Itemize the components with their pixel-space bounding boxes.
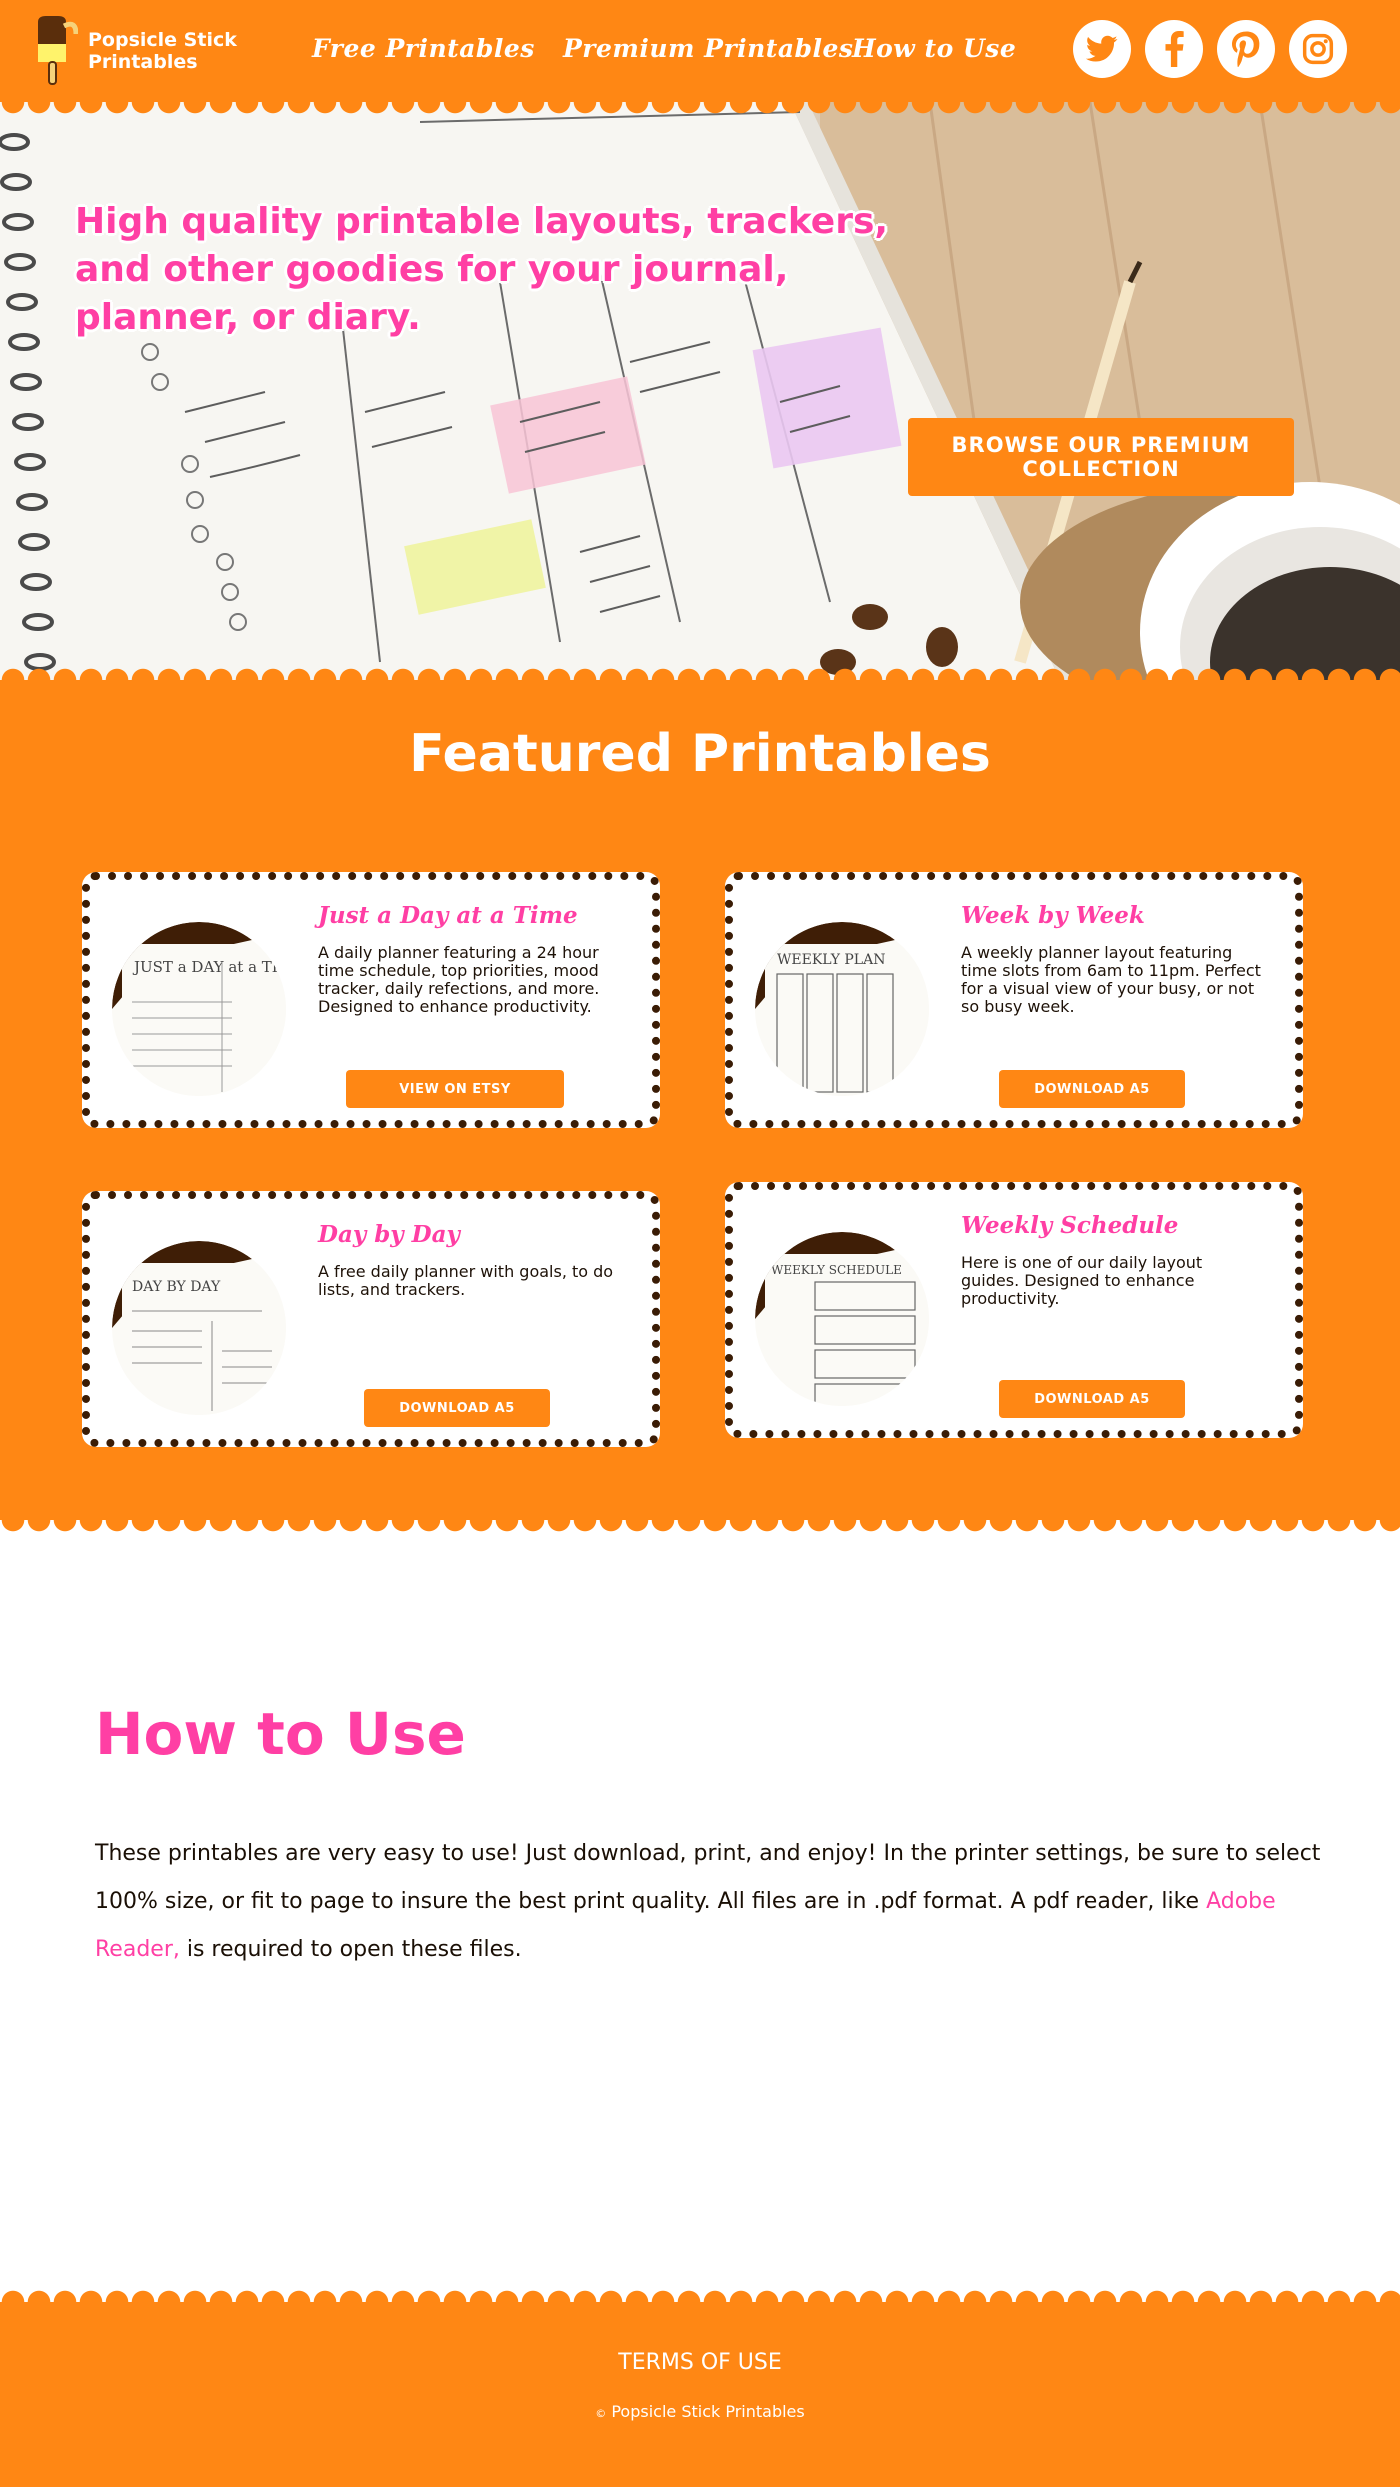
nav-how-to-use[interactable]: How to Use [852, 34, 1016, 63]
card-description: A daily planner featuring a 24 hour time… [318, 943, 600, 1016]
planner-page-thumbnail-icon: DAY BY DAY [112, 1241, 286, 1415]
download-a5-button[interactable]: DOWNLOAD A5 [999, 1380, 1185, 1418]
planner-page-thumbnail-icon: JUST a DAY at a TIME [112, 922, 286, 1096]
logo-line-1: Popsicle Stick [88, 29, 237, 51]
card-title[interactable]: Just a Day at a Time [318, 902, 578, 929]
pinterest-icon [1232, 31, 1260, 67]
card-weekly-schedule: WEEKLY SCHEDULE Weekly Schedule Here is … [725, 1182, 1303, 1438]
popsicle-logo-icon [38, 16, 78, 85]
nav-premium-printables[interactable]: Premium Printables [563, 34, 854, 63]
thumb-label: WEEKLY SCHEDULE [771, 1263, 902, 1277]
featured-title: Featured Printables [409, 724, 991, 784]
logo-line-2: Printables [88, 51, 198, 73]
card-thumbnail[interactable]: WEEKLY SCHEDULE [755, 1232, 929, 1406]
card-just-a-day: JUST a DAY at a TIME Just a Day at a Tim… [82, 872, 660, 1128]
pinterest-link[interactable] [1217, 20, 1275, 78]
how-to-use-paragraph: These printables are very easy to use! J… [95, 1830, 1325, 1974]
card-thumbnail[interactable]: JUST a DAY at a TIME [112, 922, 286, 1096]
site-logo[interactable]: Popsicle Stick Printables [32, 16, 237, 86]
terms-of-use-link[interactable]: TERMS OF USE [0, 2350, 1400, 2375]
card-title[interactable]: Weekly Schedule [961, 1212, 1178, 1239]
how-to-use-text-part-1: These printables are very easy to use! J… [95, 1841, 1321, 1914]
copyright-notice: © Popsicle Stick Printables [0, 2402, 1400, 2421]
view-on-etsy-button[interactable]: VIEW ON ETSY [346, 1070, 564, 1108]
facebook-link[interactable] [1145, 20, 1203, 78]
download-a5-button[interactable]: DOWNLOAD A5 [999, 1070, 1185, 1108]
logo-text: Popsicle Stick Printables [88, 29, 237, 73]
featured-scallop-bottom [0, 1520, 1400, 1534]
card-description: A free daily planner with goals, to do l… [318, 1262, 614, 1299]
hero-banner: High quality printable layouts, trackers… [0, 102, 1400, 680]
planner-photo-illustration [0, 102, 1400, 680]
featured-section: Featured Printables JUST a DAY at a TIME… [0, 680, 1400, 1520]
card-day-by-day: DAY BY DAY Day by Day A free daily plann… [82, 1191, 660, 1447]
card-title[interactable]: Week by Week [961, 902, 1145, 929]
nav-free-printables[interactable]: Free Printables [312, 34, 535, 63]
card-thumbnail[interactable]: DAY BY DAY [112, 1241, 286, 1415]
card-description: Here is one of our daily layout guides. … [961, 1253, 1203, 1308]
thumb-label: JUST a DAY at a TIME [132, 958, 286, 976]
card-week-by-week: WEEKLY PLAN Week by Week A weekly planne… [725, 872, 1303, 1128]
thumb-label: WEEKLY PLAN [777, 952, 885, 968]
site-footer: TERMS OF USE © Popsicle Stick Printables [0, 2302, 1400, 2487]
card-title[interactable]: Day by Day [318, 1221, 460, 1248]
planner-page-thumbnail-icon: WEEKLY PLAN [755, 922, 929, 1096]
footer-scallop-edge [0, 2288, 1400, 2302]
instagram-link[interactable] [1289, 20, 1347, 78]
hero-headline: High quality printable layouts, trackers… [75, 201, 889, 338]
card-thumbnail[interactable]: WEEKLY PLAN [755, 922, 929, 1096]
twitter-icon [1086, 35, 1118, 62]
copyright-text: Popsicle Stick Printables [611, 2402, 805, 2421]
instagram-icon [1302, 33, 1334, 65]
how-to-use-heading: How to Use [95, 1700, 466, 1768]
featured-scallop-top [0, 666, 1400, 680]
planner-page-thumbnail-icon: WEEKLY SCHEDULE [755, 1232, 929, 1406]
twitter-link[interactable] [1073, 20, 1131, 78]
facebook-icon [1165, 31, 1184, 67]
site-header: Popsicle Stick Printables Free Printable… [0, 0, 1400, 102]
header-scallop-edge [0, 102, 1400, 116]
how-to-use-text-part-2: is required to open these files. [179, 1937, 522, 1962]
browse-premium-button[interactable]: BROWSE OUR PREMIUM COLLECTION [908, 418, 1294, 496]
thumb-label: DAY BY DAY [132, 1279, 221, 1295]
copyright-icon: © [595, 2407, 607, 2420]
card-description: A weekly planner layout featuring time s… [961, 943, 1261, 1016]
download-a5-button[interactable]: DOWNLOAD A5 [364, 1389, 550, 1427]
